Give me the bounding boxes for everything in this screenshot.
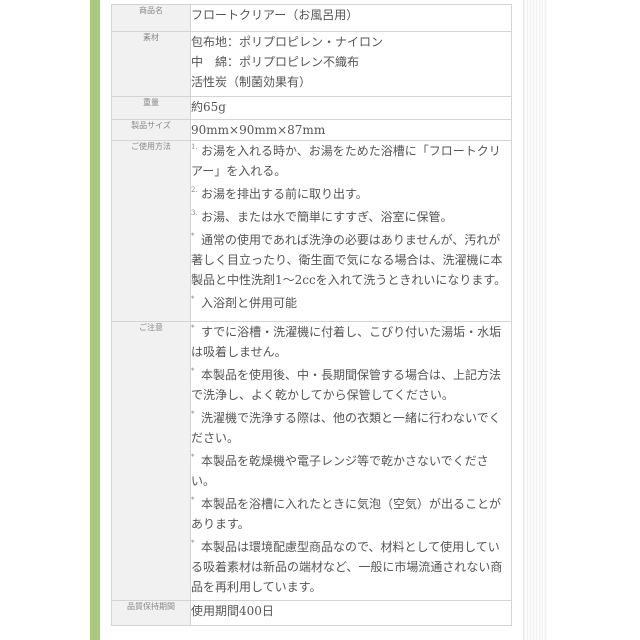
list-item: * 本製品を乾燥機や電子レンジ等で乾かさないでください。 xyxy=(191,453,489,488)
left-accent-bar xyxy=(90,0,100,640)
list-item: * 洗濯機で洗浄する際は、他の衣類と一緒に行わないでください。 xyxy=(191,410,501,445)
list-item: * すでに浴槽・洗濯機に付着し、こびり付いた湯垢・水垢は吸着しません。 xyxy=(191,324,502,359)
spec-row-size: 製品サイズ 90mm×90mm×87mm xyxy=(111,119,512,141)
row-label: ご注意 xyxy=(111,321,191,601)
list-item: 2. お湯を排出する前に取り出す。 xyxy=(191,186,368,201)
row-value: 1. お湯を入れる時か、お湯をためた浴槽に「フロートクリアー」を入れる。 2. お湯… xyxy=(190,140,512,322)
row-value: 包布地：ポリプロピレン・ナイロン 中 綿：ポリプロピレン不織布 活性炭（制菌効果… xyxy=(190,31,512,97)
product-spec-page: 商品名 フロートクリアー（お風呂用） 素材 包布地：ポリプロピレン・ナイロン 中… xyxy=(0,0,640,640)
value-line: 90mm×90mm×87mm xyxy=(191,123,326,137)
list-item: 1. お湯を入れる時か、お湯をためた浴槽に「フロートクリアー」を入れる。 xyxy=(191,143,501,178)
right-stripe-pattern xyxy=(523,0,547,640)
spec-row-usage: ご使用方法 1. お湯を入れる時か、お湯をためた浴槽に「フロートクリアー」を入れる… xyxy=(111,140,512,322)
list-item: * 通常の使用であれば洗浄の必要はありませんが、汚れが著しく目立ったり、衛生面で気… xyxy=(191,232,507,287)
list-item: * 本製品は環境配慮型商品なので、材料として使用している吸着素材は新品の端材など、… xyxy=(191,539,503,594)
row-value: 約65g xyxy=(190,96,512,120)
list-item: * 入浴剤と併用可能 xyxy=(191,295,298,310)
value-line: 活性炭（制菌効果有） xyxy=(191,75,312,89)
value-line: 使用期間400日 xyxy=(191,604,274,618)
row-label: 素材 xyxy=(111,31,191,97)
spec-row-product-name: 商品名 フロートクリアー（お風呂用） xyxy=(111,4,512,32)
spec-row-weight: 重量 約65g xyxy=(111,96,512,120)
spec-row-shelf-life: 品質保持期間 使用期間400日 xyxy=(111,600,512,626)
row-label: 品質保持期間 xyxy=(111,600,191,626)
spec-row-caution: ご注意 * すでに浴槽・洗濯機に付着し、こびり付いた湯垢・水垢は吸着しません。 *… xyxy=(111,321,512,601)
row-value: 90mm×90mm×87mm xyxy=(190,119,512,141)
value-line: 中 綿：ポリプロピレン不織布 xyxy=(191,55,360,69)
list-item: * 本製品を浴槽に入れたときに気泡（空気）が出ることがあります。 xyxy=(191,496,502,531)
row-label: 商品名 xyxy=(111,4,191,32)
spec-table: 商品名 フロートクリアー（お風呂用） 素材 包布地：ポリプロピレン・ナイロン 中… xyxy=(111,4,512,626)
row-label: 重量 xyxy=(111,96,191,120)
value-line: 包布地：ポリプロピレン・ナイロン xyxy=(191,35,384,49)
value-line: 約65g xyxy=(191,100,226,114)
spec-row-material: 素材 包布地：ポリプロピレン・ナイロン 中 綿：ポリプロピレン不織布 活性炭（制… xyxy=(111,31,512,97)
row-value: * すでに浴槽・洗濯機に付着し、こびり付いた湯垢・水垢は吸着しません。 * 本製品を… xyxy=(190,321,512,601)
list-item: * 本製品を使用後、中・長期間保管する場合は、上記方法で洗浄し、よく乾かしてから保… xyxy=(191,367,502,402)
value-line: フロートクリアー（お風呂用） xyxy=(191,8,359,22)
list-item: 3. お湯、または水で簡単にすすぎ、浴室に保管。 xyxy=(191,209,453,224)
row-value: 使用期間400日 xyxy=(190,600,512,626)
row-label: 製品サイズ xyxy=(111,119,191,141)
row-label: ご使用方法 xyxy=(111,140,191,322)
row-value: フロートクリアー（お風呂用） xyxy=(190,4,512,32)
